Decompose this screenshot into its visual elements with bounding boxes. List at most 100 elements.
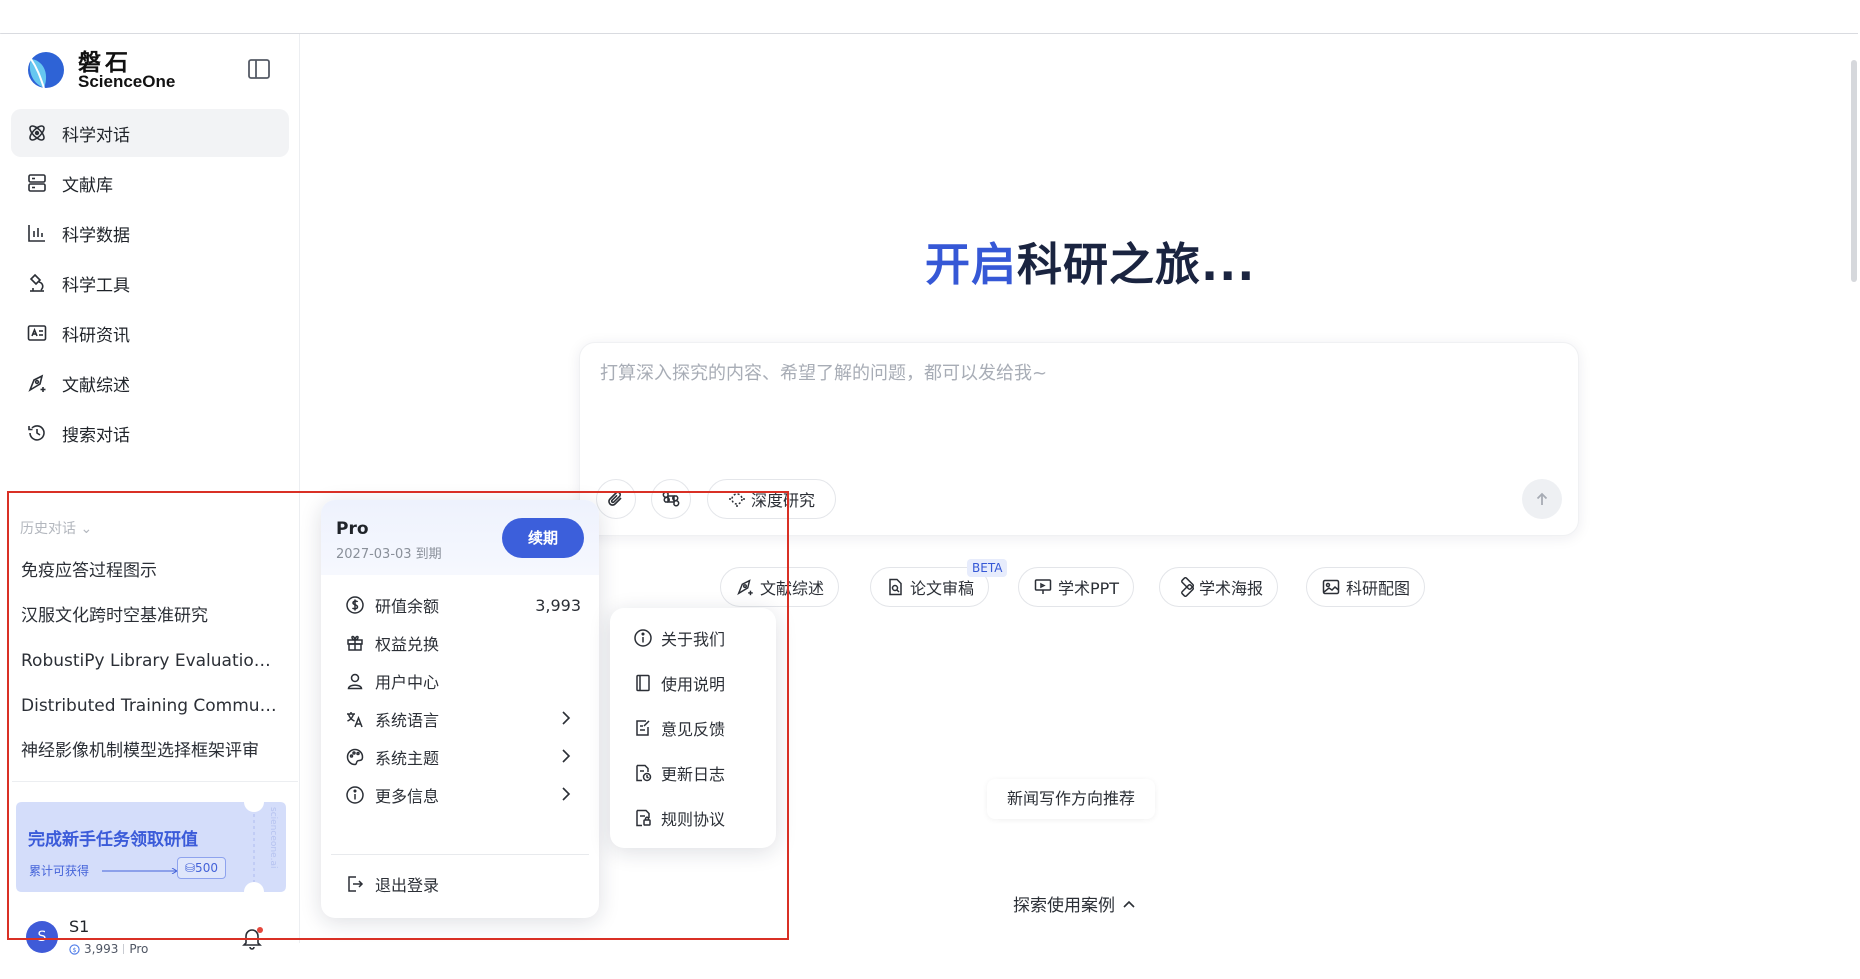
info-icon — [345, 785, 365, 805]
submenu-item-about[interactable]: 关于我们 — [620, 618, 766, 658]
agreement-icon — [633, 808, 653, 828]
user-balance: 3,993 — [84, 942, 119, 956]
nav-label: 文献库 — [62, 175, 113, 196]
menu-item-label: 更多信息 — [375, 787, 440, 806]
data-chart-icon — [26, 222, 48, 244]
submenu-item-feedback[interactable]: 意见反馈 — [620, 708, 766, 748]
chevron-right-icon — [562, 711, 571, 725]
promo-reward-badge: ⛁500 — [177, 857, 226, 879]
menu-item-redeem[interactable]: 权益兑换 — [331, 623, 589, 663]
history-item[interactable]: Distributed Training Communic... — [21, 684, 281, 729]
nav-item-science-chat[interactable]: 科学对话 — [11, 109, 289, 157]
user-meta: $ 3,993 Pro — [69, 942, 148, 956]
submenu-label: 规则协议 — [661, 810, 726, 829]
sidebar-toggle-icon[interactable] — [246, 56, 272, 82]
microscope-icon — [26, 272, 48, 294]
scrollbar[interactable] — [1851, 60, 1857, 282]
submenu-item-changelog[interactable]: 更新日志 — [620, 753, 766, 793]
coin-icon — [345, 595, 365, 615]
paperclip-icon — [608, 491, 622, 506]
chip-research-figure[interactable]: 科研配图 — [1306, 567, 1426, 607]
notification-bell-icon[interactable] — [240, 925, 264, 951]
plan-header: Pro 2027-03-03 到期 续期 — [321, 500, 599, 575]
deep-research-icon — [728, 491, 745, 507]
hero-title-main: 科研之旅... — [1017, 238, 1256, 291]
translate-icon — [345, 709, 365, 729]
doc-search-icon — [889, 578, 902, 596]
chip-label: 文献综述 — [760, 579, 825, 598]
submenu-label: 关于我们 — [661, 630, 726, 649]
menu-item-label: 用户中心 — [375, 673, 440, 692]
nav-item-search-chat[interactable]: 搜索对话 — [11, 409, 289, 457]
arrow-right-icon — [102, 868, 178, 874]
beta-badge: BETA — [967, 559, 1008, 577]
divider — [331, 854, 589, 855]
gift-icon — [345, 633, 365, 653]
menu-item-user-center[interactable]: 用户中心 — [331, 661, 589, 701]
send-button[interactable] — [1522, 479, 1562, 519]
menu-item-language[interactable]: 系统语言 — [331, 699, 589, 739]
onboarding-promo-card[interactable]: 完成新手任务领取研值 累计可获得 ⛁500 scienceone.ai — [14, 792, 286, 896]
avatar[interactable]: S — [26, 921, 58, 953]
svg-text:$: $ — [72, 945, 76, 953]
command-button[interactable] — [651, 479, 691, 519]
nav-label: 科学对话 — [62, 125, 130, 146]
hero-title: 开启科研之旅... — [925, 228, 1255, 293]
promo-subtitle: 累计可获得 — [29, 864, 90, 878]
nav-item-library[interactable]: 文献库 — [11, 159, 289, 207]
attach-button[interactable] — [596, 479, 636, 519]
chip-label: 学术海报 — [1199, 579, 1264, 598]
menu-item-logout[interactable]: 退出登录 — [331, 864, 589, 904]
pen-nib-icon — [737, 579, 753, 596]
deep-research-button[interactable]: 深度研究 — [707, 479, 836, 519]
chip-label: 科研配图 — [1346, 579, 1411, 598]
history-item[interactable]: 免疫应答过程图示 — [21, 549, 281, 594]
image-icon — [1322, 579, 1340, 595]
menu-item-balance[interactable]: 研值余额 3,993 — [331, 585, 589, 625]
menu-item-label: 研值余额 — [375, 597, 440, 616]
menu-item-more-info[interactable]: 更多信息 — [331, 775, 589, 815]
history-icon — [26, 422, 48, 444]
nav-item-science-data[interactable]: 科学数据 — [11, 209, 289, 257]
nav-item-science-tools[interactable]: 科学工具 — [11, 259, 289, 307]
sidebar: 磐石 ScienceOne 科学对话 文献库 科学数据 科学工具 科研资讯 文献… — [0, 34, 300, 956]
promo-side-text: scienceone.ai — [268, 807, 278, 869]
main-nav: 科学对话 文献库 科学数据 科学工具 科研资讯 文献综述 搜索对话 — [11, 109, 289, 459]
news-icon — [26, 322, 48, 344]
chip-literature-review[interactable]: 文献综述 — [720, 567, 840, 607]
user-icon — [345, 671, 365, 691]
balance-value: 3,993 — [535, 595, 581, 615]
chat-input[interactable] — [600, 363, 1500, 384]
history-item[interactable]: 神经影像机制模型选择框架评审 — [21, 729, 281, 774]
menu-item-label: 系统语言 — [375, 711, 440, 730]
deep-research-label: 深度研究 — [750, 491, 815, 510]
submenu-item-agreement[interactable]: 规则协议 — [620, 798, 766, 838]
history-item[interactable]: RobustiPy Library Evaluation Re... — [21, 639, 281, 684]
plan-name: Pro — [336, 519, 369, 539]
nav-item-research-news[interactable]: 科研资讯 — [11, 309, 289, 357]
library-icon — [26, 172, 48, 194]
poster-icon — [1181, 577, 1194, 597]
changelog-icon — [633, 763, 653, 783]
user-profile[interactable]: S S1 $ 3,993 Pro — [26, 917, 276, 959]
more-info-submenu: 关于我们 使用说明 意见反馈 更新日志 规则协议 — [610, 608, 776, 848]
submenu-label: 意见反馈 — [661, 720, 726, 739]
news-writing-recommendation[interactable]: 新闻写作方向推荐 — [987, 779, 1156, 819]
arrow-up-icon — [1536, 492, 1548, 505]
book-icon — [633, 673, 653, 693]
user-menu-popover: Pro 2027-03-03 到期 续期 研值余额 3,993 权益兑换 用户中… — [321, 500, 599, 918]
logo-icon — [28, 52, 64, 89]
chevron-up-icon — [1123, 900, 1135, 908]
submenu-item-guide[interactable]: 使用说明 — [620, 663, 766, 703]
menu-item-label: 权益兑换 — [375, 635, 440, 654]
explore-label: 探索使用案例 — [1013, 896, 1115, 916]
chip-academic-poster[interactable]: 学术海报 — [1159, 567, 1279, 607]
history-item[interactable]: 汉服文化跨时空基准研究 — [21, 594, 281, 639]
menu-item-theme[interactable]: 系统主题 — [331, 737, 589, 777]
history-title[interactable]: 历史对话 ⌄ — [20, 518, 92, 538]
nav-item-literature-review[interactable]: 文献综述 — [11, 359, 289, 407]
chip-academic-ppt[interactable]: 学术PPT — [1018, 567, 1135, 607]
info-icon — [633, 628, 653, 648]
explore-use-cases[interactable]: 探索使用案例 — [1013, 891, 1136, 916]
renew-button[interactable]: 续期 — [502, 518, 584, 558]
